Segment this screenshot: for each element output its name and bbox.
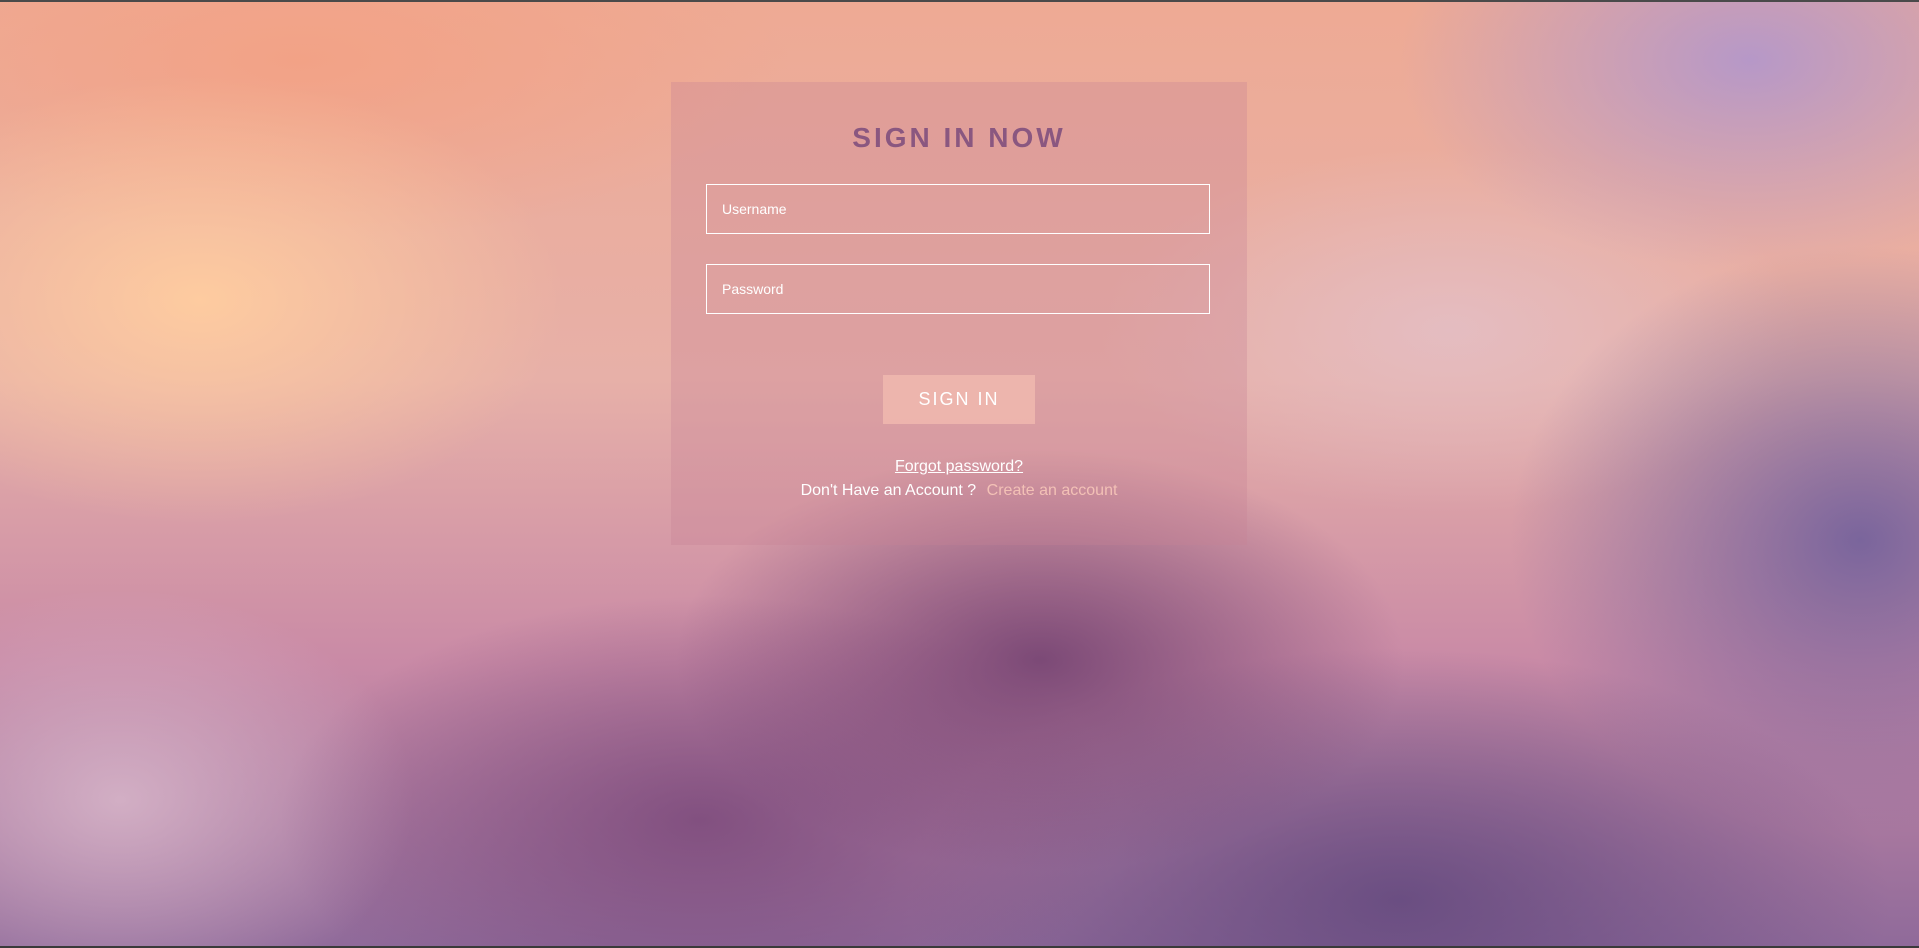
forgot-password-link[interactable]: Forgot password? (895, 458, 1023, 475)
create-account-link[interactable]: Create an account (987, 482, 1118, 499)
no-account-text: Don't Have an Account ? (800, 482, 977, 499)
account-row: Don't Have an Account ? Create an accoun… (671, 482, 1247, 500)
top-border (0, 0, 1919, 2)
username-field[interactable] (706, 184, 1210, 234)
forgot-password-row: Forgot password? (671, 458, 1247, 476)
password-field[interactable] (706, 264, 1210, 314)
sign-in-button[interactable]: SIGN IN (883, 375, 1035, 424)
password-input[interactable] (707, 265, 1209, 313)
username-input[interactable] (707, 185, 1209, 233)
page-title: SIGN IN NOW (852, 122, 1066, 153)
login-card: SIGN IN NOW SIGN IN Forgot password? Don… (671, 82, 1247, 545)
